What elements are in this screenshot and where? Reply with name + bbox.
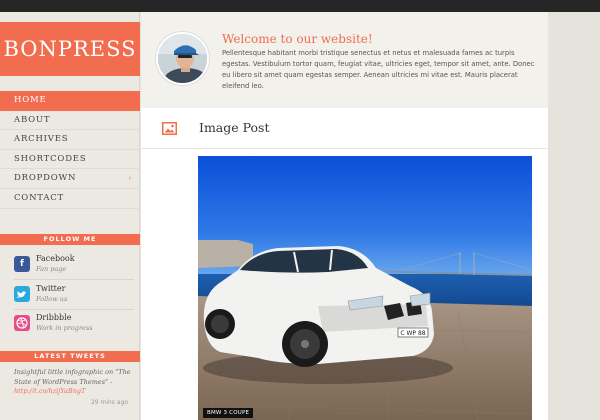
social-name: Facebook bbox=[36, 254, 75, 263]
twitter-icon bbox=[14, 286, 30, 302]
car-photo: C WP 88 bbox=[198, 156, 532, 420]
nav-item-contact[interactable]: CONTACT bbox=[0, 189, 140, 209]
welcome-title: Welcome to our website! bbox=[222, 32, 373, 46]
tweets-section-title: LATEST TWEETS bbox=[0, 351, 140, 362]
image-caption: BMW 3 COUPE bbox=[203, 408, 254, 418]
avatar bbox=[156, 32, 209, 85]
follow-item-facebook[interactable]: f Facebook Fan page bbox=[14, 254, 134, 280]
welcome-text: Pellentesque habitant morbi tristique se… bbox=[222, 49, 535, 90]
divider bbox=[14, 279, 134, 280]
nav-item-home[interactable]: HOME bbox=[0, 91, 140, 111]
nav-item-label: DROPDOWN bbox=[14, 173, 77, 184]
social-subtitle: Fan page bbox=[36, 265, 67, 273]
nav-item-label: ARCHIVES bbox=[14, 134, 69, 145]
follow-item-twitter[interactable]: Twitter Follow us bbox=[14, 284, 134, 310]
nav-item-label: SHORTCODES bbox=[14, 153, 87, 164]
nav-item-dropdown[interactable]: DROPDOWN › bbox=[0, 169, 140, 189]
tweet-timestamp: 29 mins ago bbox=[90, 399, 128, 406]
site-logo[interactable]: BONPRESS bbox=[0, 22, 140, 76]
divider bbox=[14, 309, 134, 310]
post-header: Image Post bbox=[141, 110, 548, 149]
social-name: Dribbble bbox=[36, 313, 72, 322]
image-icon bbox=[162, 122, 177, 135]
nav-item-label: CONTACT bbox=[14, 192, 65, 203]
right-background-strip bbox=[548, 12, 600, 420]
social-name: Twitter bbox=[36, 284, 66, 293]
chevron-right-icon: › bbox=[128, 174, 132, 183]
main-nav: HOME ABOUT ARCHIVES SHORTCODES DROPDOWN ›… bbox=[0, 91, 140, 209]
tweet-link[interactable]: http://t.co/hzijYaBngT bbox=[14, 387, 85, 395]
nav-item-shortcodes[interactable]: SHORTCODES bbox=[0, 150, 140, 170]
nav-item-archives[interactable]: ARCHIVES bbox=[0, 130, 140, 150]
nav-item-label: HOME bbox=[14, 95, 47, 105]
nav-item-about[interactable]: ABOUT bbox=[0, 111, 140, 131]
nav-item-label: ABOUT bbox=[14, 114, 51, 125]
welcome-box: Welcome to our website! Pellentesque hab… bbox=[141, 12, 548, 108]
tweet-text: Insightful little infographic on "The St… bbox=[14, 368, 131, 386]
post-title[interactable]: Image Post bbox=[199, 120, 269, 135]
post-image[interactable]: C WP 88 BMW 3 COUPE bbox=[198, 156, 532, 420]
dribbble-icon bbox=[14, 315, 30, 331]
social-subtitle: Follow us bbox=[36, 295, 68, 303]
svg-text:C WP 88: C WP 88 bbox=[400, 330, 425, 337]
follow-item-dribbble[interactable]: Dribbble Work in progress bbox=[14, 313, 134, 339]
facebook-icon: f bbox=[14, 256, 30, 272]
follow-section-title: FOLLOW ME bbox=[0, 234, 140, 245]
social-subtitle: Work in progress bbox=[36, 324, 93, 332]
top-bar bbox=[0, 0, 600, 12]
main-content: Welcome to our website! Pellentesque hab… bbox=[141, 12, 548, 420]
tweet-text-block: Insightful little infographic on "The St… bbox=[14, 368, 132, 397]
